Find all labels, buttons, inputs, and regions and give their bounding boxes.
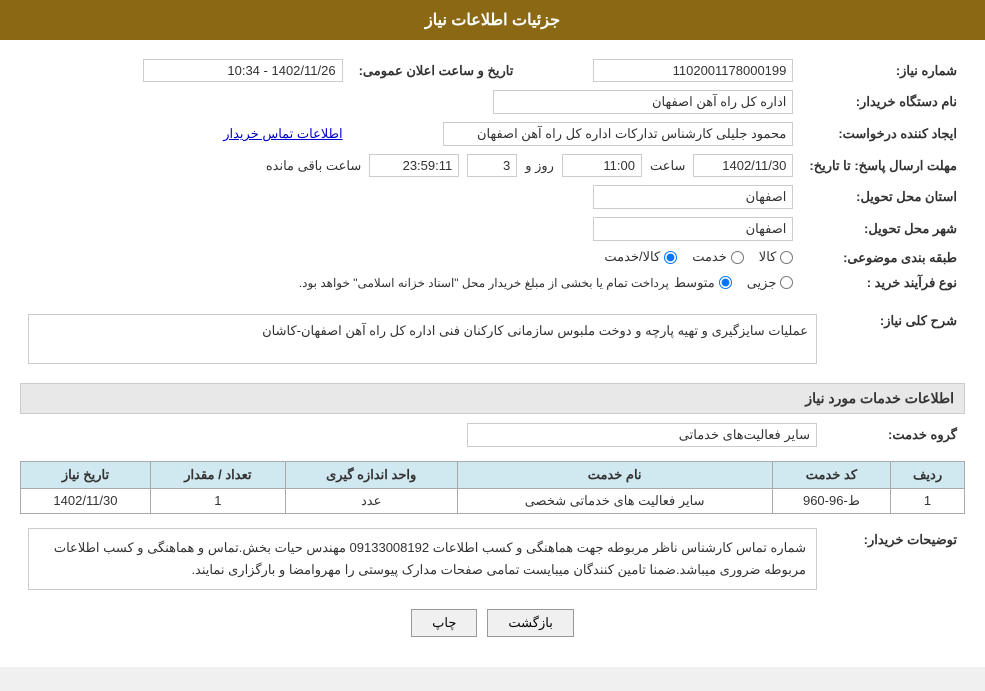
announce-datetime-value: 1402/11/26 - 10:34 (143, 59, 343, 82)
col-service-name: نام خدمت (457, 461, 772, 488)
province-delivery-value: اصفهان (593, 185, 793, 209)
cell-service_name: سایر فعالیت های خدماتی شخصی (457, 488, 772, 513)
cell-row_num: 1 (891, 488, 965, 513)
topic-category-label: طبقه بندی موضوعی: (801, 245, 965, 271)
process-mottaset-radio[interactable] (719, 276, 732, 289)
services-table: ردیف کد خدمت نام خدمت واحد اندازه گیری ت… (20, 461, 965, 514)
city-delivery-label: شهر محل تحویل: (801, 213, 965, 245)
page-header: جزئیات اطلاعات نیاز (0, 0, 985, 40)
process-jezvi-label: جزیی (747, 275, 777, 291)
col-service-code: کد خدمت (772, 461, 890, 488)
process-jezvi-radio[interactable] (780, 276, 793, 289)
cell-date: 1402/11/30 (21, 488, 151, 513)
need-description-label: شرح کلی نیاز: (825, 305, 965, 373)
response-time: 11:00 (562, 154, 642, 177)
buyer-org-value: اداره کل راه آهن اصفهان (493, 90, 793, 114)
announce-datetime-label: تاریخ و ساعت اعلان عمومی: (351, 55, 522, 86)
bottom-buttons: بازگشت چاپ (20, 609, 965, 637)
requester-label: ایجاد کننده درخواست: (801, 118, 965, 150)
col-row-num: ردیف (891, 461, 965, 488)
print-button[interactable]: چاپ (411, 609, 477, 637)
buyer-notes-text: شماره تماس کارشناس ناظر مربوطه جهت هماهن… (54, 540, 806, 577)
topic-khedmat-label: خدمت (692, 249, 727, 265)
service-group-label: گروه خدمت: (825, 419, 965, 451)
response-time-label: ساعت (650, 158, 685, 174)
need-description-box: عملیات سایزگیری و تهیه پارچه و دوخت ملبو… (28, 314, 817, 364)
process-mottaset-label: متوسط (674, 275, 715, 291)
topic-kala-khedmat-option[interactable]: کالا/خدمت (604, 249, 677, 265)
requester-contact-link[interactable]: اطلاعات تماس خریدار (223, 126, 342, 141)
topic-kala-khedmat-label: کالا/خدمت (604, 249, 660, 265)
topic-kala-label: کالا (759, 249, 777, 265)
process-jezvi-option[interactable]: جزیی (747, 275, 794, 291)
province-delivery-label: استان محل تحویل: (801, 181, 965, 213)
buyer-notes-label: توضیحات خریدار: (825, 524, 965, 594)
response-deadline-label: مهلت ارسال پاسخ: تا تاریخ: (801, 150, 965, 181)
topic-kala-option[interactable]: کالا (759, 249, 794, 265)
buyer-notes-box: شماره تماس کارشناس ناظر مربوطه جهت هماهن… (28, 528, 817, 590)
col-unit: واحد اندازه گیری (285, 461, 457, 488)
city-delivery-value: اصفهان (593, 217, 793, 241)
process-mottaset-option[interactable]: متوسط (674, 275, 732, 291)
topic-kala-khedmat-radio[interactable] (664, 251, 677, 264)
back-button[interactable]: بازگشت (487, 609, 573, 637)
col-quantity: تعداد / مقدار (150, 461, 285, 488)
col-date: تاریخ نیاز (21, 461, 151, 488)
remaining-time-label: ساعت باقی مانده (266, 158, 361, 174)
requester-value: محمود جلیلی کارشناس تدارکات اداره کل راه… (443, 122, 793, 146)
need-description-text: عملیات سایزگیری و تهیه پارچه و دوخت ملبو… (262, 323, 808, 338)
table-row: 1ط-96-960سایر فعالیت های خدماتی شخصیعدد1… (21, 488, 965, 513)
process-note: پرداخت تمام یا بخشی از مبلغ خریدار محل "… (299, 276, 669, 290)
page-title: جزئیات اطلاعات نیاز (425, 12, 560, 29)
cell-unit: عدد (285, 488, 457, 513)
response-date: 1402/11/30 (693, 154, 793, 177)
topic-khedmat-radio[interactable] (731, 251, 744, 264)
cell-service_code: ط-96-960 (772, 488, 890, 513)
remaining-days-label: روز و (525, 158, 554, 174)
services-section-header: اطلاعات خدمات مورد نیاز (20, 383, 965, 414)
buyer-org-label: نام دستگاه خریدار: (801, 86, 965, 118)
remaining-days: 3 (467, 154, 517, 177)
need-number-label: شماره نیاز: (801, 55, 965, 86)
topic-kala-radio[interactable] (780, 251, 793, 264)
remaining-time: 23:59:11 (369, 154, 459, 177)
process-type-label: نوع فرآیند خرید : (801, 271, 965, 295)
need-number-value: 1102001178000199 (593, 59, 793, 82)
service-group-value: سایر فعالیت‌های خدماتی (467, 423, 817, 447)
cell-quantity: 1 (150, 488, 285, 513)
topic-khedmat-option[interactable]: خدمت (692, 249, 744, 265)
